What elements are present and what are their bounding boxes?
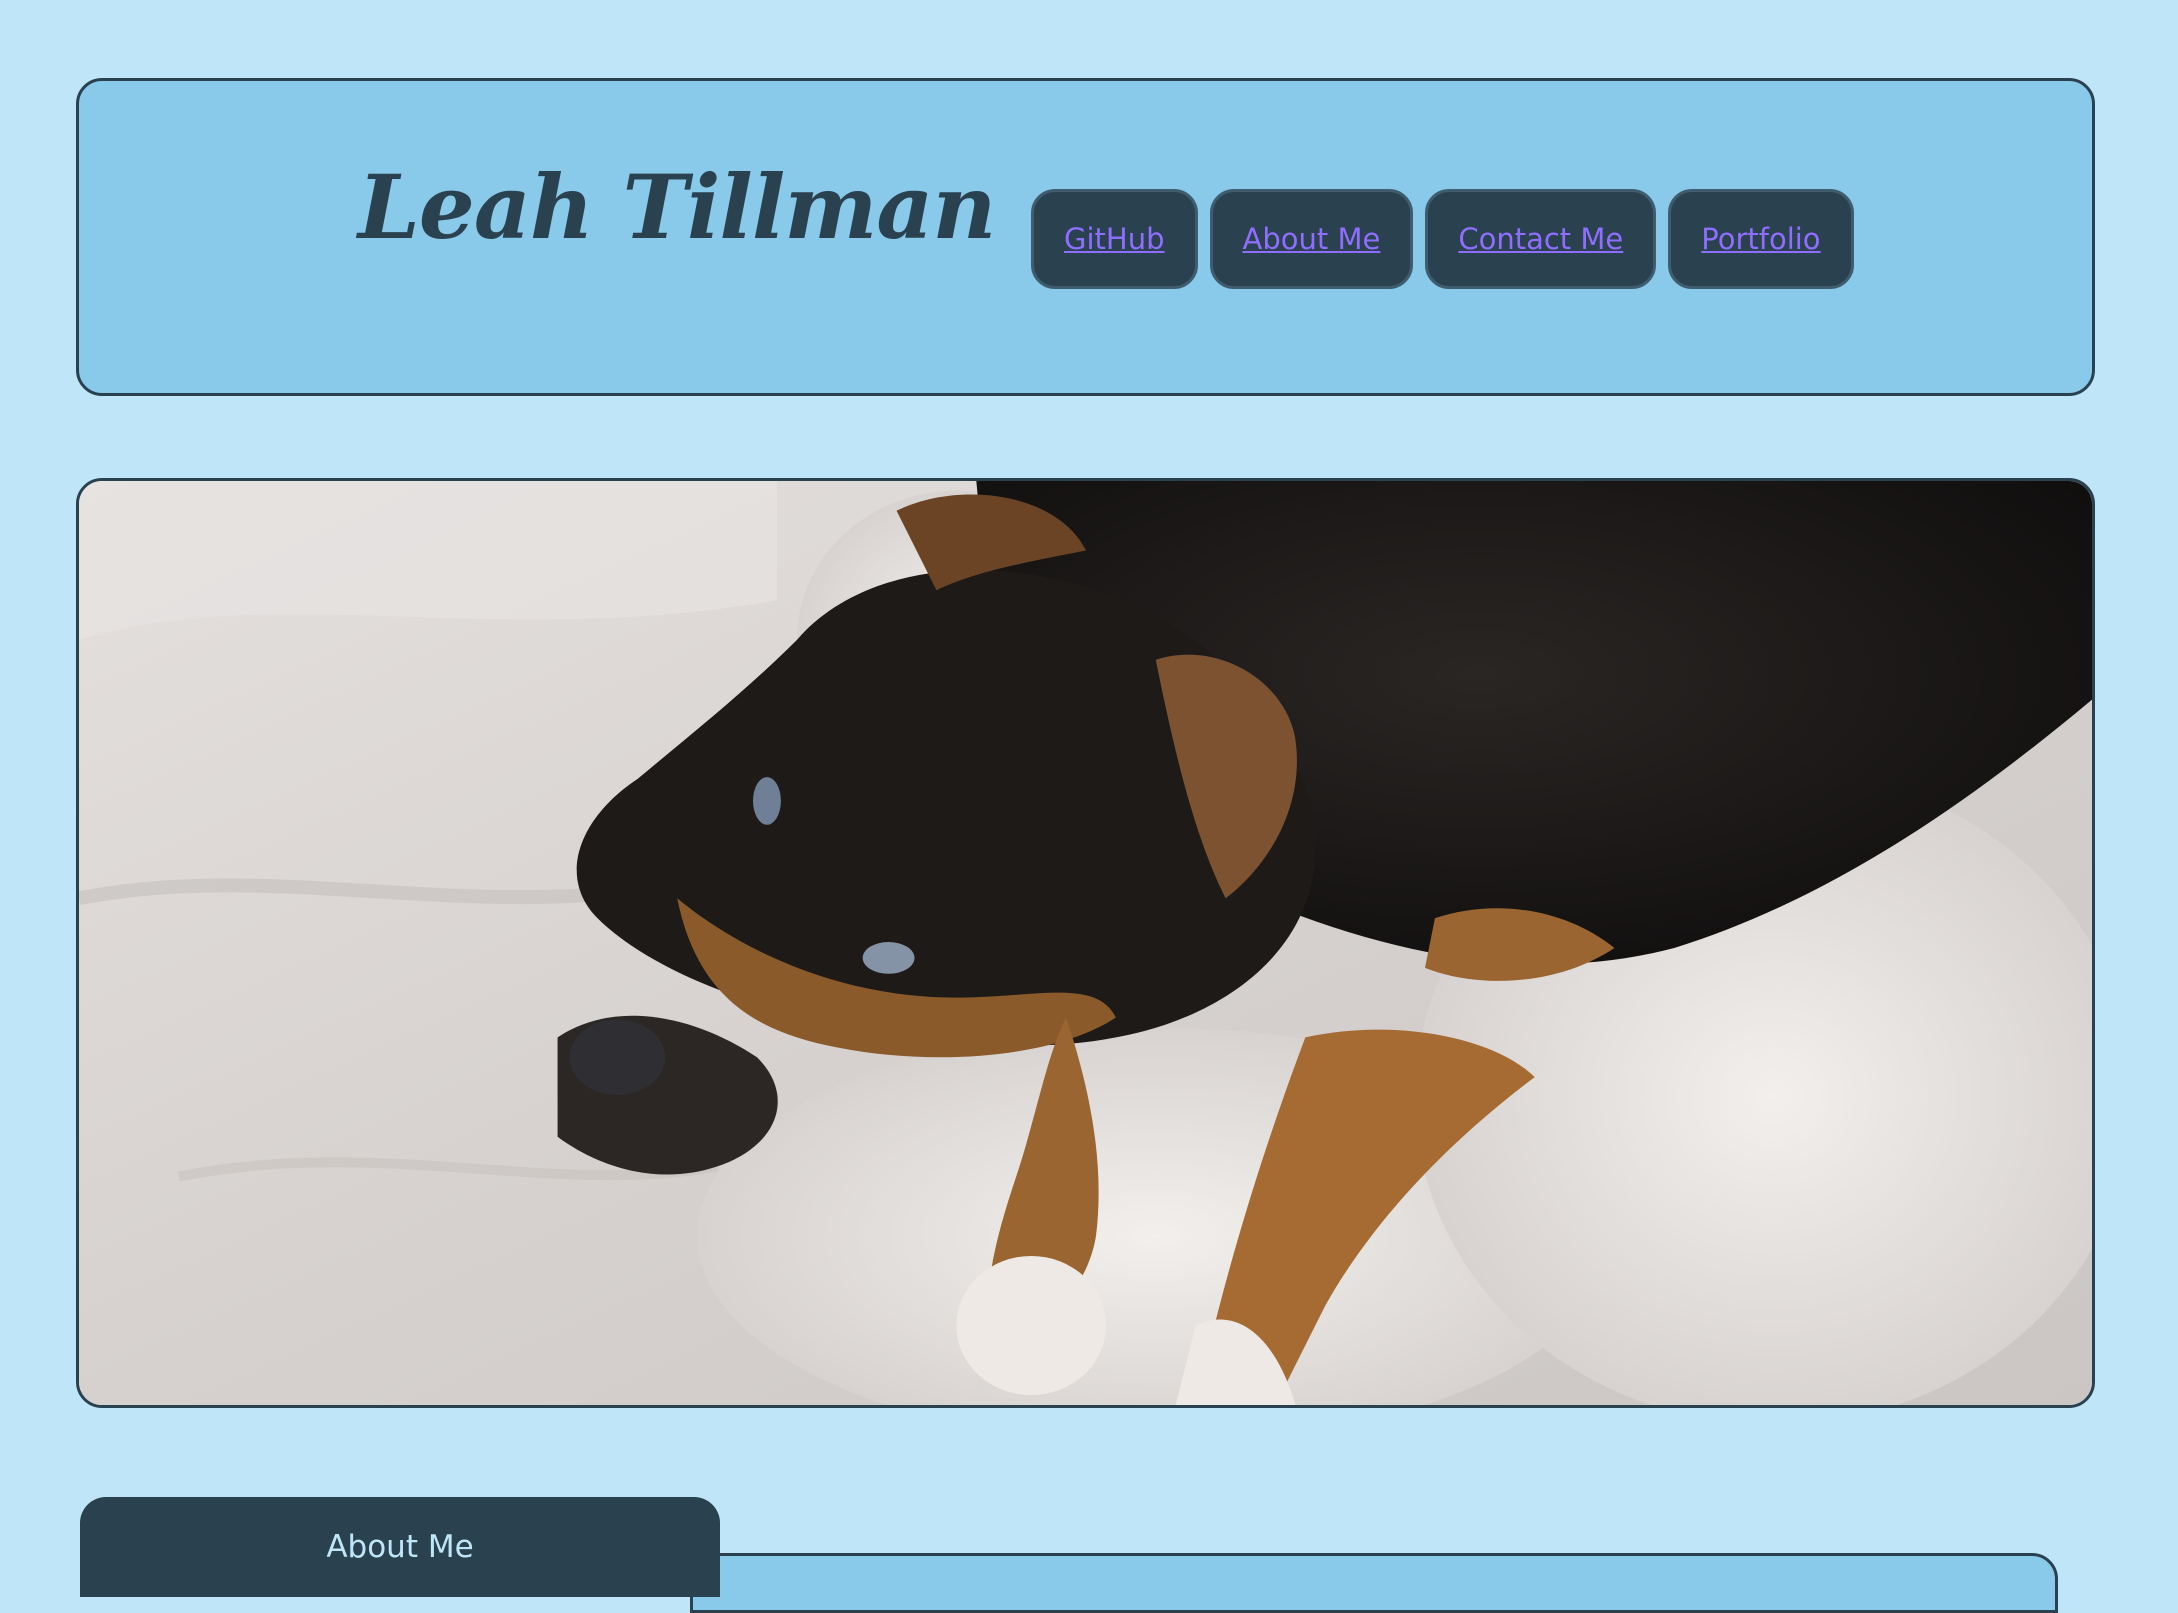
about-section-panel — [690, 1553, 2058, 1613]
main-nav: GitHub About Me Contact Me Portfolio — [1031, 189, 1854, 289]
dog-photo — [79, 481, 2092, 1405]
hero-image — [76, 478, 2095, 1408]
site-header: Leah Tillman GitHub About Me Contact Me … — [76, 78, 2095, 396]
nav-button-about-me[interactable]: About Me — [1209, 189, 1414, 289]
nav-link-about-me[interactable]: About Me — [1243, 222, 1381, 256]
site-title: Leah Tillman — [358, 155, 996, 259]
nav-link-portfolio[interactable]: Portfolio — [1701, 222, 1820, 256]
nav-link-contact-me[interactable]: Contact Me — [1458, 222, 1623, 256]
nav-button-portfolio[interactable]: Portfolio — [1668, 189, 1854, 289]
nav-button-github[interactable]: GitHub — [1031, 189, 1198, 289]
about-section-heading: About Me — [326, 1529, 474, 1565]
about-section-tab: About Me — [80, 1497, 720, 1597]
nav-button-contact-me[interactable]: Contact Me — [1425, 189, 1657, 289]
nav-link-github[interactable]: GitHub — [1064, 222, 1165, 256]
